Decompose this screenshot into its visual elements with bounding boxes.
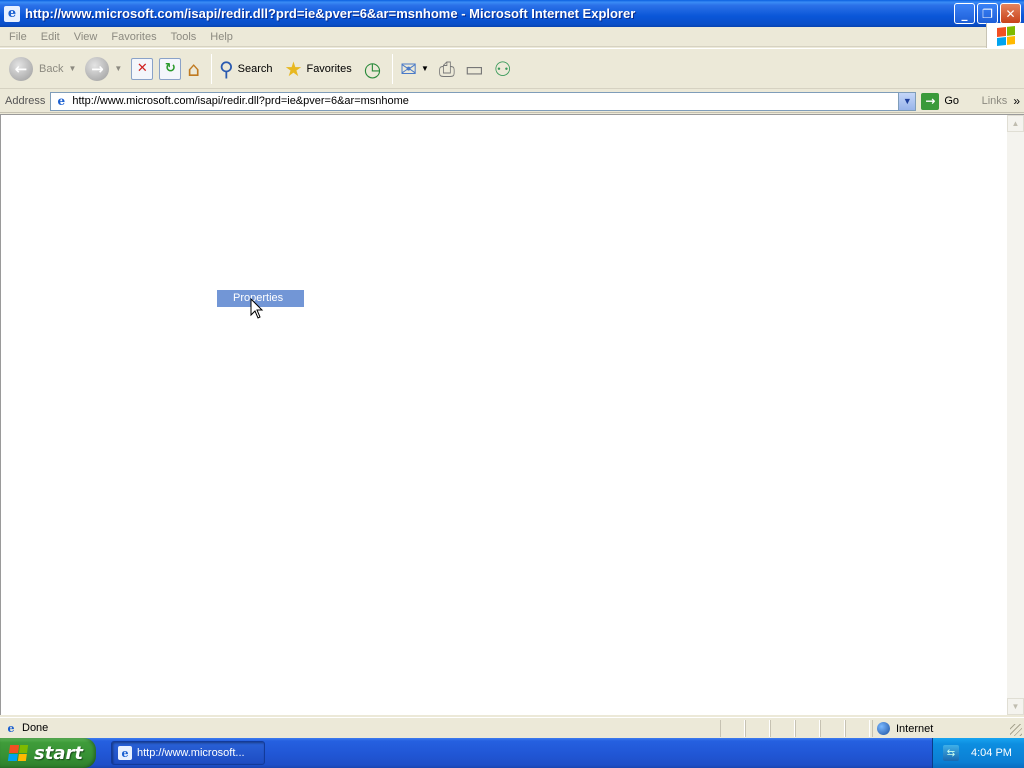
forward-arrow-icon: → <box>85 56 110 81</box>
window-controls: _ ❐ ✕ <box>954 3 1021 24</box>
history-button[interactable]: ◷ <box>361 52 388 86</box>
windows-logo-icon <box>7 745 29 761</box>
address-label: Address <box>5 95 46 107</box>
search-label: Search <box>237 62 273 75</box>
address-input[interactable] <box>72 93 893 109</box>
address-box[interactable]: e ▼ <box>50 91 917 111</box>
status-panes <box>720 720 870 737</box>
home-button[interactable]: ⌂ <box>184 52 207 86</box>
stop-button[interactable]: ✕ <box>128 52 156 86</box>
go-arrow-icon: → <box>921 92 940 110</box>
menu-file[interactable]: File <box>0 31 34 43</box>
back-label: Back <box>39 62 64 75</box>
refresh-icon: ↻ <box>159 57 182 80</box>
printer-icon: ⎙ <box>438 56 455 81</box>
clock[interactable]: 4:04 PM <box>971 747 1012 759</box>
zone-label: Internet <box>896 722 934 735</box>
favorites-label: Favorites <box>306 62 352 75</box>
standard-toolbar: ← Back ▼ → ▼ ✕ ↻ ⌂ ⚲ Search ★ Favorites … <box>0 48 1024 89</box>
refresh-button[interactable]: ↻ <box>156 52 184 86</box>
star-icon: ★ <box>284 56 303 81</box>
page-icon: e <box>57 94 66 108</box>
status-text: Done <box>22 722 49 734</box>
edit-icon: ▭ <box>464 56 484 81</box>
back-dropdown-icon[interactable]: ▼ <box>68 64 76 73</box>
search-icon: ⚲ <box>219 56 234 81</box>
system-tray: ⇆ 4:04 PM <box>932 738 1024 768</box>
print-button[interactable]: ⎙ <box>436 52 462 86</box>
home-icon: ⌂ <box>187 56 201 81</box>
messenger-button[interactable]: ⚇ <box>491 52 519 86</box>
mail-button[interactable]: ✉ ▼ <box>397 52 436 86</box>
stop-icon: ✕ <box>131 57 154 80</box>
start-button[interactable]: start <box>0 738 96 768</box>
vertical-scrollbar[interactable]: ▲ ▼ <box>1007 114 1024 715</box>
back-arrow-icon: ← <box>9 56 33 81</box>
resize-grip-icon[interactable] <box>1010 724 1022 736</box>
edit-button[interactable]: ▭ <box>462 52 491 86</box>
toolbar-separator <box>211 53 213 84</box>
toolbar-separator <box>392 53 394 84</box>
page-content[interactable] <box>0 114 1007 715</box>
search-button[interactable]: ⚲ Search <box>216 52 276 86</box>
mail-dropdown-icon[interactable]: ▼ <box>421 64 429 73</box>
scroll-up-icon[interactable]: ▲ <box>1007 115 1024 132</box>
taskbar-item-label: http://www.microsoft... <box>137 747 245 759</box>
menu-help[interactable]: Help <box>203 31 240 43</box>
page-status-icon: e <box>7 721 15 735</box>
messenger-icon: ⚇ <box>493 56 512 81</box>
restore-button[interactable]: ❐ <box>977 3 998 24</box>
favorites-button[interactable]: ★ Favorites <box>282 52 355 86</box>
taskbar-item-ie[interactable]: e http://www.microsoft... <box>111 741 265 765</box>
minimize-button[interactable]: _ <box>954 3 975 24</box>
go-label: Go <box>944 95 960 107</box>
back-button[interactable]: ← Back <box>6 52 66 86</box>
start-label: start <box>34 742 83 764</box>
chevron-right-icon[interactable]: » <box>1013 94 1020 108</box>
forward-dropdown-icon[interactable]: ▼ <box>114 64 122 73</box>
title-bar[interactable]: e http://www.microsoft.com/isapi/redir.d… <box>0 0 1024 27</box>
mail-icon: ✉ <box>400 56 417 81</box>
mouse-cursor-icon <box>250 298 264 319</box>
scroll-down-icon[interactable]: ▼ <box>1007 698 1024 715</box>
menu-tools[interactable]: Tools <box>164 31 204 43</box>
security-zone: Internet <box>872 720 933 737</box>
links-toolbar[interactable]: Links » <box>982 94 1020 108</box>
close-button[interactable]: ✕ <box>1000 3 1021 24</box>
ie-window: e http://www.microsoft.com/isapi/redir.d… <box>0 0 1024 738</box>
address-bar: Address e ▼ → Go Links » <box>0 90 1024 113</box>
menu-favorites[interactable]: Favorites <box>104 31 163 43</box>
go-button[interactable]: → Go <box>921 92 960 110</box>
history-icon: ◷ <box>363 56 382 81</box>
ie-icon[interactable]: e <box>4 5 20 22</box>
address-dropdown-icon[interactable]: ▼ <box>898 92 916 110</box>
menu-bar: File Edit View Favorites Tools Help <box>0 27 1024 47</box>
windows-logo-icon <box>986 23 1024 49</box>
forward-button[interactable]: → <box>82 52 112 86</box>
status-bar: e Done Internet <box>0 717 1024 738</box>
ie-icon: e <box>118 746 132 760</box>
network-icon[interactable]: ⇆ <box>943 745 959 761</box>
globe-icon <box>877 722 890 735</box>
links-label: Links <box>981 95 1008 107</box>
menu-edit[interactable]: Edit <box>34 31 67 43</box>
menu-view[interactable]: View <box>67 31 105 43</box>
window-title: http://www.microsoft.com/isapi/redir.dll… <box>25 6 636 21</box>
